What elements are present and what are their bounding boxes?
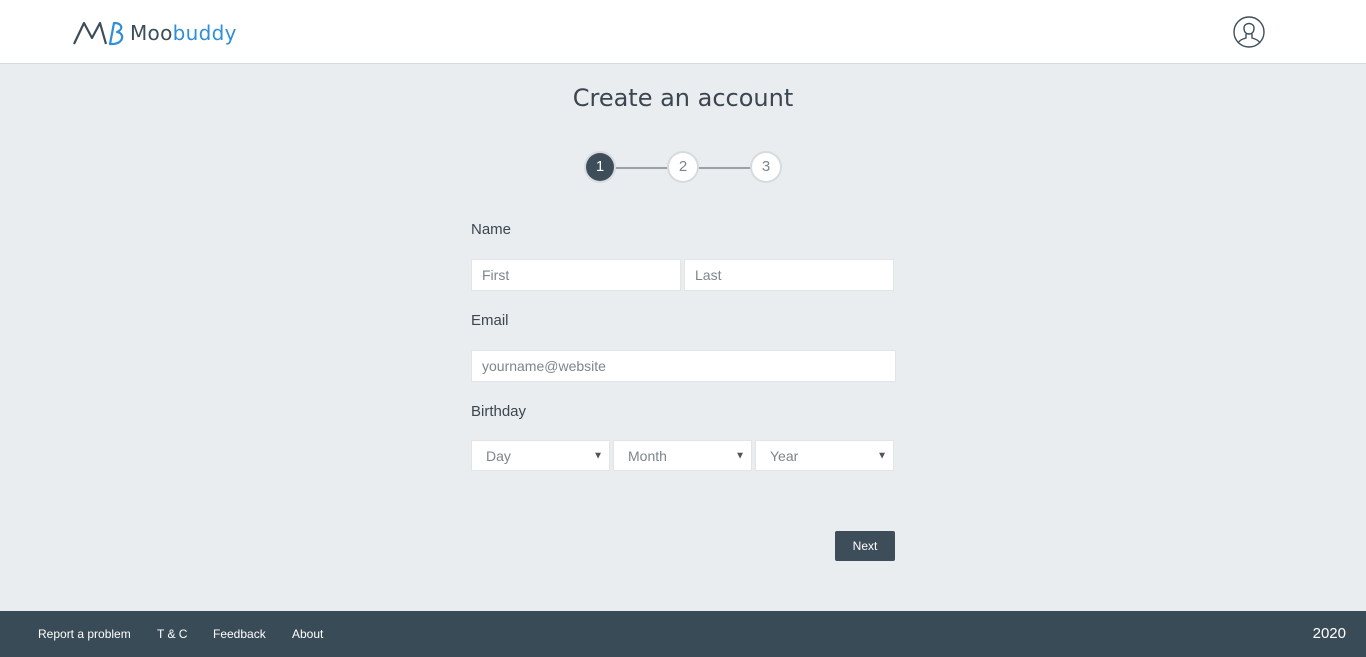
chevron-down-icon: ▼ — [877, 450, 887, 461]
logo-text-moo: Moo — [130, 21, 173, 45]
chevron-down-icon: ▼ — [735, 450, 745, 461]
birthday-label: Birthday — [471, 403, 527, 420]
step-connector — [614, 167, 669, 169]
day-select-value: Day — [486, 447, 511, 464]
page-title: Create an account — [572, 84, 794, 112]
report-problem-link[interactable]: Report a problem — [38, 627, 131, 641]
feedback-link[interactable]: Feedback — [213, 627, 266, 641]
year-select[interactable]: Year ▼ — [755, 440, 894, 471]
terms-link[interactable]: T & C — [157, 627, 187, 641]
user-avatar-button[interactable] — [1233, 16, 1265, 48]
step-2: 2 — [669, 153, 697, 181]
moobuddy-logo[interactable]: Moobuddy — [72, 18, 237, 48]
footer-year: 2020 — [1312, 625, 1346, 642]
day-select[interactable]: Day ▼ — [471, 440, 610, 471]
name-label: Name — [471, 221, 512, 238]
next-button[interactable]: Next — [835, 531, 895, 561]
year-select-value: Year — [770, 447, 799, 464]
first-name-input[interactable]: First — [471, 259, 681, 291]
about-link[interactable]: About — [292, 627, 323, 641]
mb-logo-icon — [73, 21, 124, 46]
month-select-value: Month — [628, 447, 667, 464]
logo-text-buddy: buddy — [172, 21, 237, 45]
user-circle-icon — [1233, 16, 1265, 48]
step-1: 1 — [586, 153, 614, 181]
step-connector — [697, 167, 752, 169]
month-select[interactable]: Month ▼ — [613, 440, 752, 471]
logo-text: Moobuddy — [130, 21, 237, 45]
email-input[interactable]: yourname@website — [471, 350, 896, 382]
step-3: 3 — [752, 153, 780, 181]
last-name-input[interactable]: Last — [684, 259, 894, 291]
footer: Report a problem T & C Feedback About 20… — [0, 611, 1366, 657]
progress-stepper: 1 2 3 — [586, 153, 780, 181]
top-header: Moobuddy — [0, 0, 1366, 64]
chevron-down-icon: ▼ — [593, 450, 603, 461]
email-label: Email — [471, 312, 509, 329]
